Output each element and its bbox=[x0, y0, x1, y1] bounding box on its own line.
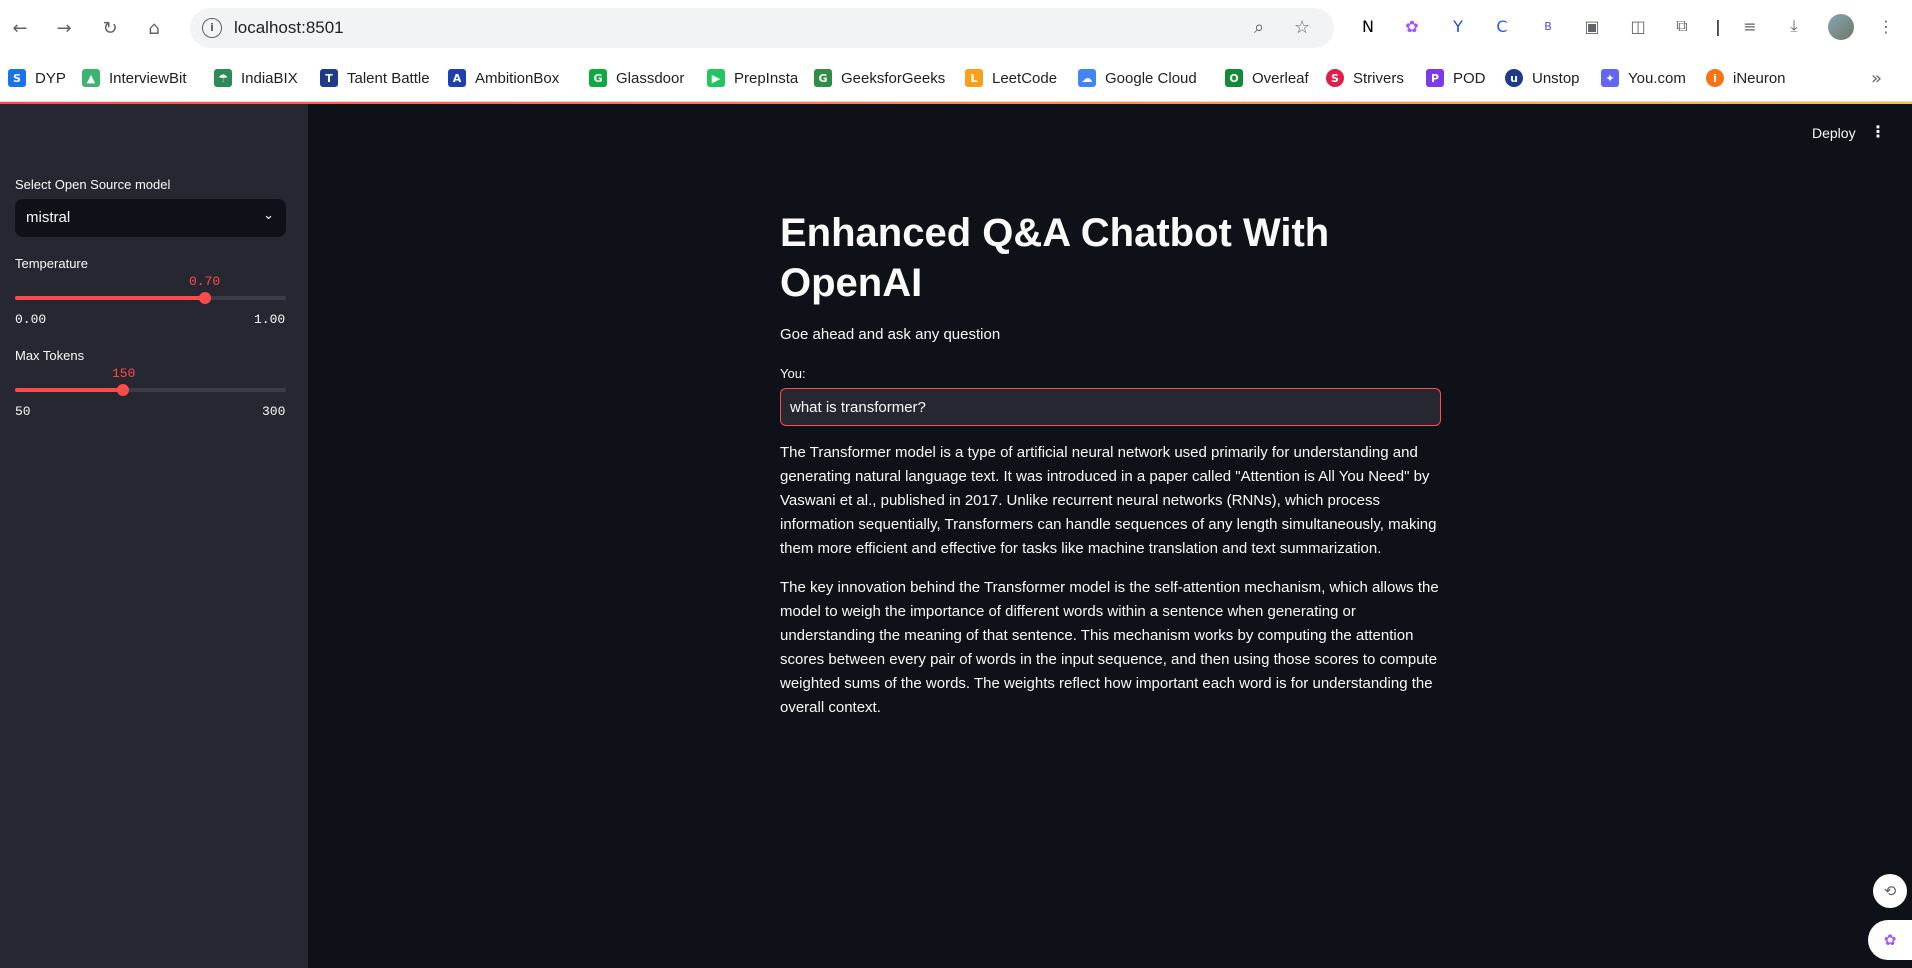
back-icon[interactable]: ← bbox=[6, 14, 34, 42]
browser-menu-icon[interactable]: ⋮ bbox=[1874, 14, 1898, 38]
unstop-icon: u bbox=[1505, 69, 1523, 87]
extensions-puzzle-icon[interactable]: ⧉ bbox=[1670, 14, 1694, 38]
bookmarks-bar: S DYP ▲ InterviewBit ☂ IndiaBIX T Talent Bat… bbox=[0, 56, 1912, 102]
notion-extension-icon[interactable]: N bbox=[1356, 14, 1380, 38]
y-extension-icon[interactable]: Y bbox=[1446, 14, 1470, 38]
assistant-extension-icon[interactable]: ✿ bbox=[1868, 920, 1912, 960]
bookmark-pod[interactable]: P POD bbox=[1426, 66, 1486, 90]
bookmark-ambitionbox[interactable]: A AmbitionBox bbox=[448, 66, 559, 90]
temperature-slider-thumb[interactable] bbox=[198, 292, 211, 304]
bookmark-unstop[interactable]: u Unstop bbox=[1505, 66, 1580, 90]
forward-icon[interactable]: → bbox=[50, 14, 78, 42]
answer-paragraph-2: The key innovation behind the Transforme… bbox=[780, 579, 1439, 716]
reload-icon[interactable]: ↻ bbox=[96, 14, 124, 42]
model-select[interactable]: mistral ⌄ bbox=[15, 199, 286, 237]
app-menu-icon[interactable]: ⋮ bbox=[1870, 122, 1886, 141]
download-icon[interactable]: ⤓ bbox=[1782, 14, 1806, 38]
ineuron-icon: i bbox=[1706, 69, 1724, 87]
strivers-icon: S bbox=[1326, 69, 1344, 87]
temperature-slider-fill bbox=[15, 296, 205, 300]
url-text[interactable]: localhost:8501 bbox=[234, 18, 344, 38]
bookmark-you-com[interactable]: ✦ You.com bbox=[1601, 66, 1686, 90]
max-tokens-label: Max Tokens bbox=[15, 348, 85, 363]
bookmark-talent-battle[interactable]: T Talent Battle bbox=[320, 66, 430, 90]
profile-avatar[interactable] bbox=[1828, 14, 1854, 40]
temperature-min: 0.00 bbox=[15, 312, 47, 327]
answer-paragraph-1: The Transformer model is a type of artif… bbox=[780, 444, 1437, 557]
bookmark-indiabix[interactable]: ☂ IndiaBIX bbox=[214, 66, 298, 90]
max-tokens-max: 300 bbox=[262, 404, 286, 419]
page-title: Enhanced Q&A Chatbot With OpenAI bbox=[780, 211, 1330, 305]
bookmark-ineuron[interactable]: i iNeuron bbox=[1706, 66, 1786, 90]
bookmark-geeksforgeeks[interactable]: G GeeksforGeeks bbox=[814, 66, 945, 90]
google-cloud-icon: ☁ bbox=[1078, 69, 1096, 87]
translate-icon[interactable]: ⟲ bbox=[1873, 874, 1907, 908]
screenshot-extension-icon[interactable]: ▣ bbox=[1580, 14, 1604, 38]
model-select-value: mistral bbox=[26, 209, 71, 226]
bookmark-prepinsta[interactable]: ▶ PrepInsta bbox=[707, 66, 798, 90]
bookmark-google-cloud[interactable]: ☁ Google Cloud bbox=[1078, 66, 1197, 90]
question-input-label: You: bbox=[780, 366, 806, 381]
interviewbit-icon: ▲ bbox=[82, 69, 100, 87]
address-bar[interactable]: i localhost:8501 ⌕ ☆ bbox=[190, 8, 1334, 48]
tab-manager-extension-icon[interactable]: ◫ bbox=[1626, 14, 1650, 38]
talent-battle-icon: T bbox=[320, 69, 338, 87]
max-tokens-min: 50 bbox=[15, 404, 31, 419]
max-tokens-value: 150 bbox=[112, 366, 136, 381]
more-bookmarks-icon[interactable]: » bbox=[1871, 68, 1882, 89]
temperature-max: 1.00 bbox=[254, 312, 286, 327]
bookmark-glassdoor[interactable]: G Glassdoor bbox=[589, 66, 684, 90]
temperature-label: Temperature bbox=[15, 256, 88, 271]
glassdoor-icon: G bbox=[589, 69, 607, 87]
b-extension-icon[interactable]: B bbox=[1536, 14, 1560, 38]
geeksforgeeks-icon: G bbox=[814, 69, 832, 87]
bookmark-dyp[interactable]: S DYP bbox=[8, 66, 66, 90]
brain-extension-icon[interactable]: ✿ bbox=[1400, 14, 1424, 38]
question-input-value[interactable]: what is transformer? bbox=[790, 399, 926, 416]
model-select-label: Select Open Source model bbox=[15, 177, 171, 192]
bookmark-star-icon[interactable]: ☆ bbox=[1294, 17, 1310, 38]
site-info-icon[interactable]: i bbox=[202, 18, 222, 38]
indiabix-icon: ☂ bbox=[214, 69, 232, 87]
question-input[interactable]: what is transformer? bbox=[780, 388, 1441, 426]
chevron-down-icon: ⌄ bbox=[263, 208, 274, 223]
browser-toolbar: ← → ↻ ⌂ i localhost:8501 ⌕ ☆ N ✿ Y C B ▣… bbox=[0, 0, 1912, 56]
leetcode-icon: L bbox=[965, 69, 983, 87]
page-subtitle: Goe ahead and ask any question bbox=[780, 326, 1001, 343]
pod-icon: P bbox=[1426, 69, 1444, 87]
bookmark-interviewbit[interactable]: ▲ InterviewBit bbox=[82, 66, 187, 90]
bookmark-strivers[interactable]: S Strivers bbox=[1326, 66, 1404, 90]
temperature-value: 0.70 bbox=[189, 274, 221, 289]
deploy-button[interactable]: Deploy bbox=[1812, 125, 1856, 141]
c-extension-icon[interactable]: C bbox=[1490, 14, 1514, 38]
home-icon[interactable]: ⌂ bbox=[140, 14, 168, 42]
overleaf-icon: O bbox=[1225, 69, 1243, 87]
prepinsta-icon: ▶ bbox=[707, 69, 725, 87]
max-tokens-slider-fill bbox=[15, 388, 124, 392]
bookmark-overleaf[interactable]: O Overleaf bbox=[1225, 66, 1309, 90]
ambitionbox-icon: A bbox=[448, 69, 466, 87]
toolbar-divider: | bbox=[1715, 16, 1721, 36]
dyp-icon: S bbox=[8, 69, 26, 87]
zoom-icon[interactable]: ⌕ bbox=[1254, 17, 1264, 38]
bookmark-leetcode[interactable]: L LeetCode bbox=[965, 66, 1057, 90]
you-com-icon: ✦ bbox=[1601, 69, 1619, 87]
media-control-icon[interactable]: ≡ bbox=[1738, 14, 1762, 38]
